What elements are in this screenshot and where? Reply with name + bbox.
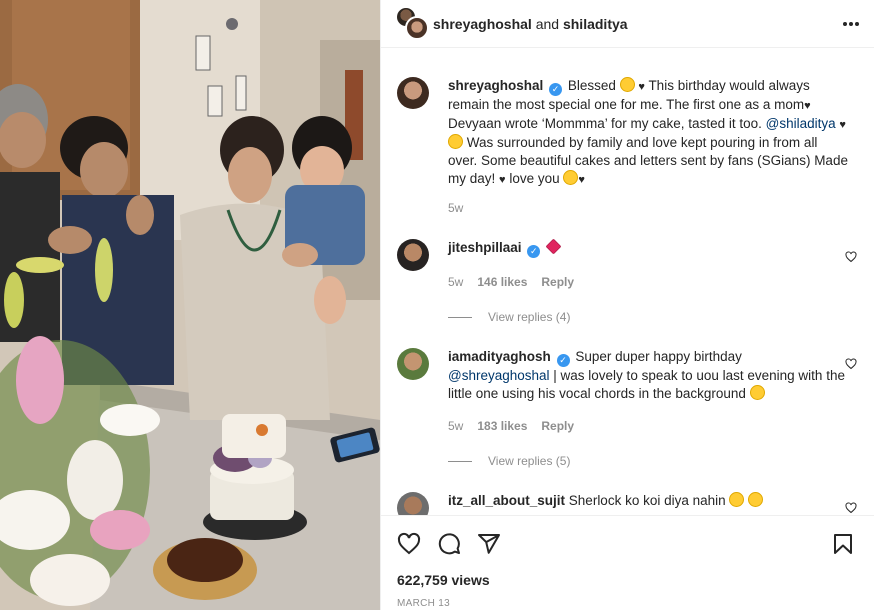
share-icon[interactable]	[477, 532, 501, 556]
comment-meta: 5w 183 likes Reply	[448, 419, 574, 433]
black-heart-icon: ♥	[804, 100, 811, 112]
mention-link[interactable]: @shiladitya	[766, 116, 836, 131]
post-video[interactable]	[0, 0, 380, 610]
timestamp[interactable]: 5w	[448, 201, 463, 215]
view-replies-label[interactable]: View replies (4)	[488, 310, 570, 324]
likes-count[interactable]: 183 likes	[477, 419, 527, 433]
divider	[448, 316, 472, 318]
bookmark-icon[interactable]	[831, 532, 855, 556]
comment-text: iamadityaghosh ✓ Super duper happy birth…	[448, 348, 848, 403]
caption-text: shreyaghoshal ✓ Blessed ♥ This birthday …	[448, 77, 848, 189]
post-header: shreyaghoshal and shiladitya	[381, 0, 874, 48]
comment-part: Sherlock ko koi diya nahin	[568, 493, 726, 508]
coauthor-link[interactable]: shiladitya	[563, 16, 628, 32]
like-comment-heart-icon[interactable]	[845, 251, 857, 263]
laughing-emoji-icon	[749, 385, 765, 400]
comment-icon[interactable]	[437, 532, 461, 556]
reply-button[interactable]: Reply	[541, 275, 574, 289]
timestamp[interactable]: 5w	[448, 419, 463, 433]
red-heart-icon	[545, 238, 562, 255]
heart-icon[interactable]	[397, 532, 421, 556]
likes-count[interactable]: 146 likes	[477, 275, 527, 289]
avatar[interactable]	[397, 348, 429, 380]
avatar[interactable]	[397, 77, 429, 109]
post-date[interactable]: MARCH 13	[397, 598, 450, 609]
smile-emoji-icon	[619, 77, 635, 92]
post-sidebar: shreyaghoshal and shiladitya shreyaghosh…	[380, 0, 874, 610]
action-bar	[381, 515, 874, 571]
instagram-post: shreyaghoshal and shiladitya shreyaghosh…	[0, 0, 874, 610]
like-comment-heart-icon[interactable]	[845, 358, 857, 370]
comments-list[interactable]: shreyaghoshal ✓ Blessed ♥ This birthday …	[381, 49, 874, 515]
caption-part: Was surrounded by family and love kept p…	[448, 135, 848, 186]
sad-emoji-icon	[748, 492, 764, 507]
hug-emoji-icon	[563, 170, 579, 185]
caption-meta: 5w	[448, 201, 463, 215]
caption-username[interactable]: shreyaghoshal	[448, 78, 543, 93]
kiss-emoji-icon	[448, 134, 463, 149]
avatar[interactable]	[397, 239, 429, 271]
verified-icon: ✓	[549, 83, 563, 96]
verified-icon: ✓	[527, 245, 541, 258]
comment-username[interactable]: itz_all_about_sujit	[448, 493, 565, 508]
comment-text: jiteshpillaai ✓	[448, 238, 848, 258]
mention-link[interactable]: @shreyaghoshal	[448, 368, 550, 383]
comment-text: itz_all_about_sujit Sherlock ko koi diya…	[448, 492, 848, 510]
black-heart-icon: ♥	[578, 174, 585, 186]
comment-username[interactable]: iamadityaghosh	[448, 349, 551, 364]
avatar[interactable]	[397, 492, 429, 515]
video-frame	[0, 0, 380, 610]
post-authors: shreyaghoshal and shiladitya	[433, 16, 628, 32]
black-heart-icon: ♥	[499, 174, 506, 186]
view-replies[interactable]: View replies (4)	[448, 310, 570, 324]
caption-part: Blessed	[567, 78, 616, 93]
sad-emoji-icon	[729, 492, 745, 507]
author-link[interactable]: shreyaghoshal	[433, 16, 532, 32]
verified-icon: ✓	[556, 354, 570, 367]
author-conjunction: and	[535, 15, 560, 32]
view-replies[interactable]: View replies (5)	[448, 454, 570, 468]
divider	[448, 460, 472, 462]
caption-part: Devyaan wrote ‘Mommma’ for my cake, tast…	[448, 116, 762, 131]
comment-meta: 5w 146 likes Reply	[448, 275, 574, 289]
timestamp[interactable]: 5w	[448, 275, 463, 289]
comment-username[interactable]: jiteshpillaai	[448, 240, 522, 255]
black-heart-icon: ♥	[839, 119, 846, 131]
comment-part: Super duper happy birthday	[575, 349, 742, 364]
collab-avatars[interactable]	[395, 5, 431, 42]
reply-button[interactable]: Reply	[541, 419, 574, 433]
like-comment-heart-icon[interactable]	[845, 502, 857, 514]
caption-part: love you	[509, 171, 560, 186]
avatar[interactable]	[405, 15, 429, 40]
black-heart-icon: ♥	[638, 81, 645, 93]
more-options-icon[interactable]	[841, 14, 861, 34]
view-replies-label[interactable]: View replies (5)	[488, 454, 570, 468]
views-count[interactable]: 622,759 views	[397, 572, 490, 588]
